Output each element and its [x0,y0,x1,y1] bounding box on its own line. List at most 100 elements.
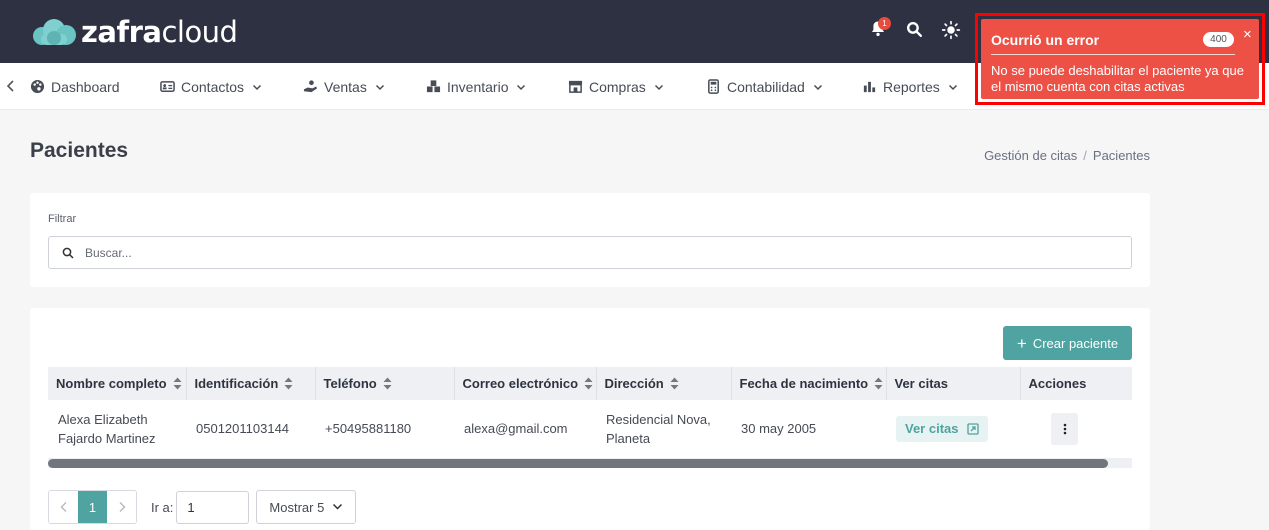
hand-coin-icon [303,80,318,93]
table-header-row: Nombre completo Identificación Teléfono … [48,367,1132,400]
search-box[interactable] [48,236,1132,269]
patients-table: Nombre completo Identificación Teléfono … [48,367,1132,459]
page-title: Pacientes [30,139,129,162]
error-toast: Ocurrió un error 400 × No se puede desha… [981,19,1259,99]
chevron-left-icon [60,502,66,512]
chevron-down-icon [517,84,526,90]
chevron-left-icon[interactable] [6,78,16,94]
column-header-ver-citas: Ver citas [886,367,1021,400]
breadcrumb-separator: / [1083,148,1087,163]
nav-item-dashboard[interactable]: Dashboard [30,63,120,110]
column-header-fecha[interactable]: Fecha de nacimiento [731,367,887,400]
search-icon[interactable] [905,20,929,44]
cell-email: alexa@gmail.com [454,400,596,459]
pagination: 1 Ir a: Mostrar 5 [48,490,357,524]
filter-card: Filtrar [30,193,1150,287]
page-buttons: 1 [48,490,137,524]
toast-title: Ocurrió un error [991,32,1100,48]
palette-icon [30,79,45,94]
page-size-value: Mostrar 5 [269,499,325,515]
close-icon[interactable]: × [1243,27,1252,42]
logo-text: zafracloud [81,15,238,49]
chevron-down-icon [253,84,262,90]
column-header-direccion[interactable]: Dirección [596,367,732,400]
toast-message: No se puede deshabilitar el paciente ya … [991,63,1244,94]
sort-icon [670,377,679,390]
sort-icon [584,377,593,390]
plus-icon: + [1016,333,1027,353]
cell-actions [1020,400,1132,459]
boxes-icon [426,80,441,93]
scrollbar-thumb[interactable] [48,459,1108,468]
view-appointments-label: Ver citas [905,421,959,437]
breadcrumb-item-pacientes: Pacientes [1092,148,1150,163]
chevron-right-icon [119,502,125,512]
nav-item-compras[interactable]: Compras [568,63,664,110]
cell-name: Alexa Elizabeth Fajardo Martinez [48,400,186,459]
column-header-telefono[interactable]: Teléfono [315,367,455,400]
external-link-icon [966,423,979,435]
cell-birthdate: 30 may 2005 [731,400,886,459]
sort-icon [173,377,182,390]
table-scroll-area[interactable]: Nombre completo Identificación Teléfono … [48,367,1132,469]
column-header-identificacion[interactable]: Identificación [186,367,316,400]
store-icon [568,80,583,93]
kebab-menu-icon [1063,423,1066,435]
cell-identification: 0501201103144 [186,400,315,459]
nav-item-label: Contabilidad [727,78,805,95]
nav-item-contactos[interactable]: Contactos [160,63,262,110]
page-size-select[interactable]: Mostrar 5 [256,490,357,524]
sort-icon [874,377,883,390]
goto-label: Ir a: [151,499,174,515]
nav-item-ventas[interactable]: Ventas [303,63,385,110]
toast-divider [991,54,1235,55]
cell-address: Residencial Nova, Planeta [596,400,731,459]
bar-chart-icon [863,81,876,93]
filter-label: Filtrar [48,213,77,225]
create-patient-button[interactable]: + Crear paciente [1003,326,1132,360]
app-logo[interactable]: zafracloud [30,14,238,50]
horizontal-scrollbar[interactable] [48,459,1132,468]
sort-icon [284,377,293,390]
error-code-badge: 400 [1203,32,1234,47]
chevron-down-icon [813,84,822,90]
next-page-button[interactable] [107,491,136,523]
row-actions-button[interactable] [1051,412,1078,445]
prev-page-button[interactable] [49,491,78,523]
nav-item-label: Reportes [883,78,940,95]
chevron-down-icon [375,84,384,90]
chevron-down-icon [948,84,957,90]
table-row: Alexa Elizabeth Fajardo Martinez 0501201… [48,400,1132,459]
sun-icon[interactable] [941,20,965,44]
chevron-down-icon [654,84,663,90]
chevron-down-icon [333,503,343,510]
sort-icon [383,377,392,390]
nav-item-inventario[interactable]: Inventario [426,63,526,110]
breadcrumb-item-gestion-citas[interactable]: Gestión de citas [984,148,1077,163]
bell-icon[interactable]: 1 [868,17,892,43]
column-header-nombre[interactable]: Nombre completo [48,367,187,400]
search-icon [62,247,74,259]
patients-table-card: + Crear paciente Nombre completo Identif… [30,308,1150,530]
nav-item-label: Compras [589,78,646,95]
notification-badge: 1 [878,17,891,30]
create-patient-label: Crear paciente [1032,335,1119,351]
cell-view-appointments: Ver citas [886,400,1020,459]
error-toast-highlight: Ocurrió un error 400 × No se puede desha… [975,13,1265,105]
page-button-current[interactable]: 1 [78,491,107,523]
nav-item-contabilidad[interactable]: Contabilidad [706,63,823,110]
id-card-icon [160,81,175,92]
nav-item-label: Contactos [181,78,245,95]
search-input[interactable] [85,245,1085,260]
nav-item-label: Inventario [447,78,509,95]
goto-page-input[interactable] [176,490,250,524]
column-header-acciones: Acciones [1020,367,1132,400]
calculator-icon [708,79,719,94]
nav-item-reportes[interactable]: Reportes [862,63,958,110]
nav-item-label: Dashboard [51,78,120,95]
cloud-logo-icon [33,19,76,45]
nav-item-label: Ventas [324,78,367,95]
breadcrumb: Gestión de citas / Pacientes [984,148,1150,163]
view-appointments-button[interactable]: Ver citas [896,415,988,442]
column-header-correo[interactable]: Correo electrónico [454,367,597,400]
